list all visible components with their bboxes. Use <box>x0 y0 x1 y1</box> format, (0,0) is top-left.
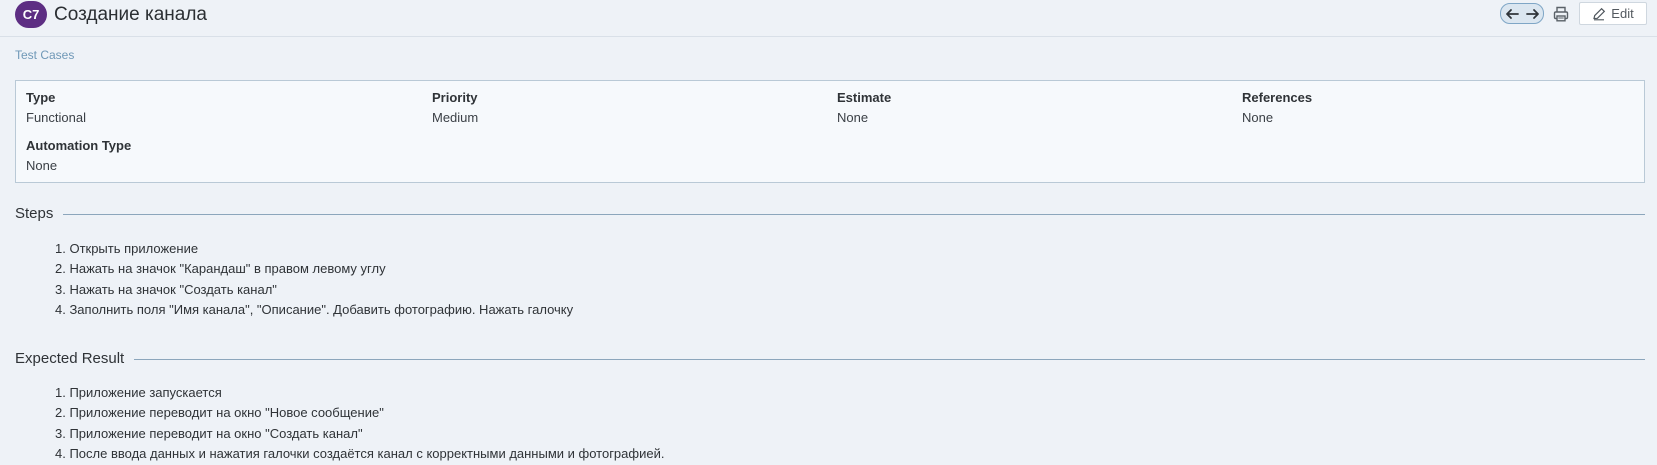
case-id-badge: C7 <box>15 1 47 28</box>
step-item: 4. Заполнить поля "Имя канала", "Описани… <box>55 301 574 317</box>
references-label: References <box>1242 90 1313 105</box>
type-label: Type <box>26 90 56 105</box>
type-value: Functional <box>26 110 86 125</box>
case-header: C7 Создание канала Edit <box>0 0 1657 37</box>
expected-result-divider <box>133 359 1645 360</box>
automation-type-field: Automation Type None <box>26 138 131 174</box>
arrow-left-icon <box>1505 8 1519 19</box>
priority-value: Medium <box>432 110 479 125</box>
case-navigation <box>1500 3 1544 24</box>
breadcrumb-test-cases[interactable]: Test Cases <box>15 48 74 62</box>
expected-result-item: 1. Приложение запускается <box>55 385 222 400</box>
page-title: Создание канала <box>54 4 207 25</box>
print-button[interactable] <box>1552 5 1570 23</box>
edit-button[interactable]: Edit <box>1579 2 1647 25</box>
step-item: 1. Открыть приложение <box>55 241 199 256</box>
type-field: Type Functional <box>26 90 86 126</box>
step-item: 3. Нажать на значок "Создать канал" <box>55 281 277 297</box>
expected-result-title: Expected Result <box>15 350 135 368</box>
expected-result-item: 3. Приложение переводит на окно "Создать… <box>55 425 363 441</box>
expected-result-section-header: Expected Result <box>15 350 1645 368</box>
expected-result-list: 1. Приложение запускается 2. Приложение … <box>55 383 664 464</box>
case-fields-panel: Type Functional Priority Medium Estimate… <box>15 80 1645 183</box>
estimate-field: Estimate None <box>837 90 891 126</box>
step-item: 2. Нажать на значок "Карандаш" в правом … <box>55 261 386 277</box>
pencil-icon <box>1593 7 1606 20</box>
priority-field: Priority Medium <box>432 90 478 126</box>
expected-result-item: 2. Приложение переводит на окно "Новое с… <box>55 405 384 421</box>
automation-type-label: Automation Type <box>26 138 132 153</box>
previous-case-button[interactable] <box>1501 4 1522 23</box>
steps-divider <box>63 214 1645 215</box>
arrow-right-icon <box>1525 8 1539 19</box>
next-case-button[interactable] <box>1522 4 1543 23</box>
edit-button-label: Edit <box>1611 6 1634 21</box>
printer-icon <box>1553 6 1569 22</box>
automation-type-value: None <box>26 158 58 173</box>
references-field: References None <box>1242 90 1312 126</box>
expected-result-item: 4. После ввода данных и нажатия галочки … <box>55 445 665 461</box>
estimate-value: None <box>837 110 869 125</box>
steps-title: Steps <box>15 205 64 223</box>
estimate-label: Estimate <box>837 90 892 105</box>
steps-section-header: Steps <box>15 205 1645 223</box>
references-value: None <box>1242 110 1274 125</box>
steps-list: 1. Открыть приложение 2. Нажать на значо… <box>55 239 573 320</box>
priority-label: Priority <box>432 90 478 105</box>
